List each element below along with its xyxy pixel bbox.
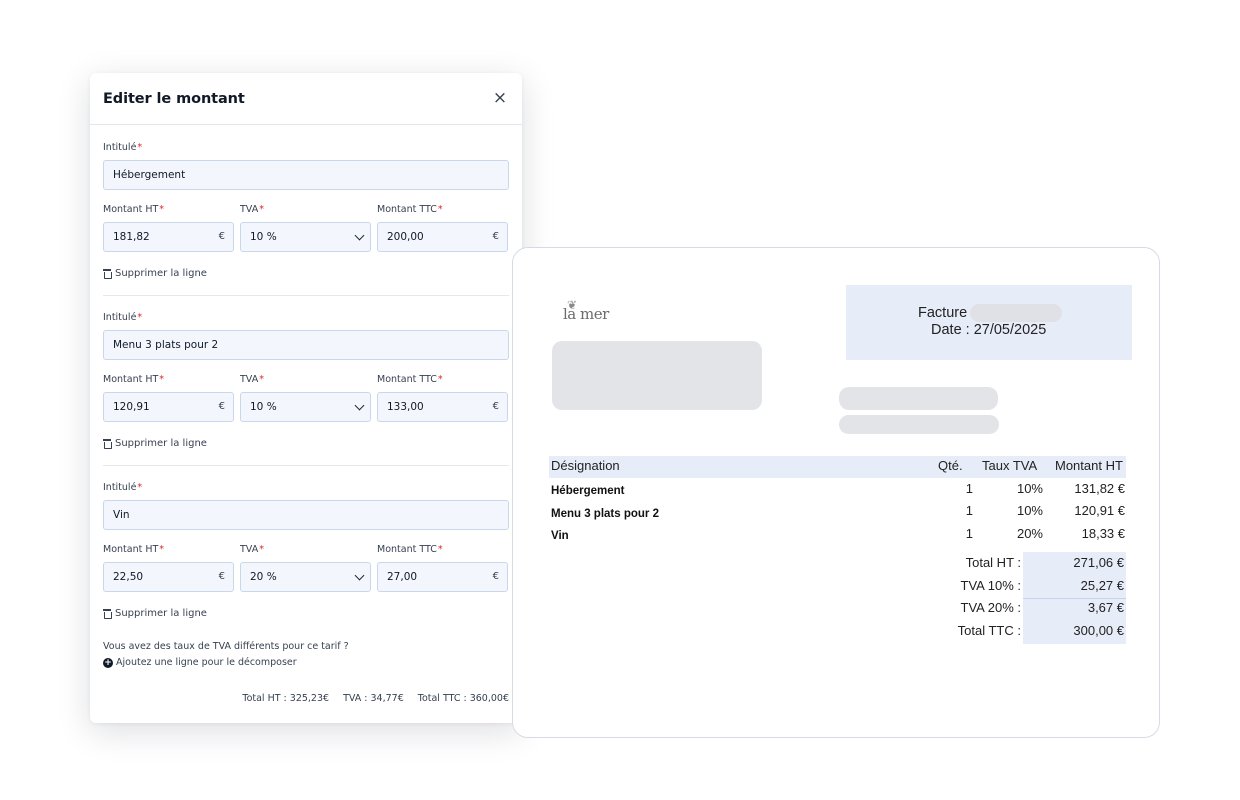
invoice-header-box: Facture Date : 27/05/2025 bbox=[846, 285, 1132, 360]
hotel-logo: ❦ la mer bbox=[563, 298, 609, 323]
montant-ttc-input[interactable]: 133,00 € bbox=[377, 392, 508, 422]
split-vat-hint: Vous avez des taux de TVA différents pou… bbox=[90, 639, 522, 671]
intitule-input[interactable]: Menu 3 plats pour 2 bbox=[103, 330, 509, 360]
redacted-address bbox=[552, 341, 762, 410]
delete-line-button[interactable]: Supprimer la ligne bbox=[103, 438, 207, 449]
line-item-3: Intitulé* Vin Montant HT* 22,50 € TVA* 20… bbox=[90, 482, 522, 619]
euro-suffix: € bbox=[218, 231, 225, 242]
redacted-invoice-number bbox=[970, 304, 1062, 322]
tva-label: TVA* bbox=[240, 204, 264, 215]
montant-ht-input[interactable]: 120,91 € bbox=[103, 392, 234, 422]
intitule-input[interactable]: Hébergement bbox=[103, 160, 509, 190]
montant-ht-label: Montant HT* bbox=[103, 374, 165, 385]
col-designation: Désignation bbox=[551, 458, 620, 473]
tva-label: TVA* bbox=[240, 374, 264, 385]
line-item-2: Intitulé* Menu 3 plats pour 2 Montant HT… bbox=[90, 312, 522, 466]
col-montant-ht: Montant HT bbox=[1055, 458, 1123, 473]
row-designation: Menu 3 plats pour 2 bbox=[551, 508, 659, 520]
tva-select[interactable]: 10 % bbox=[240, 392, 371, 422]
hint-question: Vous avez des taux de TVA différents pou… bbox=[103, 641, 349, 652]
montant-ht-label: Montant HT* bbox=[103, 544, 165, 555]
montant-ht-input[interactable]: 22,50 € bbox=[103, 562, 234, 592]
edit-amount-modal: Editer le montant × Intitulé* Hébergemen… bbox=[90, 73, 522, 723]
chevron-down-icon bbox=[354, 400, 365, 411]
modal-header: Editer le montant × bbox=[90, 73, 522, 125]
row-qte: 1 bbox=[965, 526, 973, 541]
row-taux: 10% bbox=[1016, 481, 1043, 496]
modal-title: Editer le montant bbox=[103, 90, 245, 107]
summary-label: Total TTC : bbox=[957, 623, 1021, 638]
divider bbox=[103, 295, 509, 296]
trash-icon bbox=[103, 609, 112, 619]
montant-ttc-input[interactable]: 200,00 € bbox=[377, 222, 508, 252]
intitule-label: Intitulé* bbox=[103, 312, 143, 323]
trash-icon bbox=[103, 439, 112, 449]
modal-totals: Total HT : 325,23€ TVA : 34,77€ Total TT… bbox=[242, 693, 509, 704]
summary-label: TVA 10% : bbox=[960, 578, 1021, 593]
invoice-table-header: Désignation Qté. Taux TVA Montant HT bbox=[549, 456, 1126, 478]
summary-value: 271,06 € bbox=[1073, 555, 1124, 570]
row-designation: Vin bbox=[551, 530, 569, 542]
tva-label: TVA* bbox=[240, 544, 264, 555]
summary-separator bbox=[1023, 598, 1126, 599]
delete-line-button[interactable]: Supprimer la ligne bbox=[103, 608, 207, 619]
row-taux: 10% bbox=[1016, 503, 1043, 518]
intitule-input[interactable]: Vin bbox=[103, 500, 509, 530]
row-taux: 20% bbox=[1016, 526, 1043, 541]
intitule-label: Intitulé* bbox=[103, 482, 143, 493]
montant-ttc-label: Montant TTC* bbox=[377, 544, 443, 555]
total-tva: TVA : 34,77€ bbox=[343, 693, 404, 704]
divider bbox=[103, 465, 509, 466]
summary-value: 3,67 € bbox=[1087, 600, 1124, 615]
summary-value: 25,27 € bbox=[1080, 578, 1124, 593]
row-qte: 1 bbox=[965, 481, 973, 496]
tva-select[interactable]: 10 % bbox=[240, 222, 371, 252]
intitule-label: Intitulé* bbox=[103, 142, 143, 153]
row-qte: 1 bbox=[965, 503, 973, 518]
trash-icon bbox=[103, 269, 112, 279]
redacted-client-line-1 bbox=[839, 387, 998, 410]
total-ttc: Total TTC : 360,00€ bbox=[417, 693, 509, 704]
redacted-client-line-2 bbox=[839, 415, 999, 434]
delete-line-button[interactable]: Supprimer la ligne bbox=[103, 268, 207, 279]
montant-ttc-label: Montant TTC* bbox=[377, 374, 443, 385]
col-taux-tva: Taux TVA bbox=[982, 458, 1038, 473]
summary-label: TVA 20% : bbox=[960, 600, 1021, 615]
total-ht: Total HT : 325,23€ bbox=[242, 693, 330, 704]
plus-circle-icon: + bbox=[103, 658, 113, 668]
montant-ht-label: Montant HT* bbox=[103, 204, 165, 215]
chevron-down-icon bbox=[354, 570, 365, 581]
montant-ht-input[interactable]: 181,82 € bbox=[103, 222, 234, 252]
row-montant: 131,82 € bbox=[1074, 481, 1125, 496]
euro-suffix: € bbox=[218, 571, 225, 582]
line-item-1: Intitulé* Hébergement Montant HT* 181,82… bbox=[90, 142, 522, 296]
row-designation: Hébergement bbox=[551, 485, 625, 497]
montant-ttc-label: Montant TTC* bbox=[377, 204, 443, 215]
add-line-button[interactable]: + Ajoutez une ligne pour le décomposer bbox=[103, 655, 297, 671]
tva-select[interactable]: 20 % bbox=[240, 562, 371, 592]
facture-label: Facture bbox=[918, 305, 968, 321]
euro-suffix: € bbox=[492, 401, 499, 412]
col-qte: Qté. bbox=[938, 458, 963, 473]
row-montant: 120,91 € bbox=[1074, 503, 1125, 518]
row-montant: 18,33 € bbox=[1081, 526, 1125, 541]
euro-suffix: € bbox=[492, 571, 499, 582]
chevron-down-icon bbox=[354, 230, 365, 241]
invoice-date: Date : 27/05/2025 bbox=[931, 322, 1047, 338]
summary-label: Total HT : bbox=[965, 555, 1021, 570]
montant-ttc-input[interactable]: 27,00 € bbox=[377, 562, 508, 592]
euro-suffix: € bbox=[218, 401, 225, 412]
euro-suffix: € bbox=[492, 231, 499, 242]
invoice-preview: ❦ la mer Facture Date : 27/05/2025 Désig… bbox=[512, 247, 1160, 738]
summary-value: 300,00 € bbox=[1073, 623, 1124, 638]
close-icon[interactable]: × bbox=[491, 90, 509, 107]
